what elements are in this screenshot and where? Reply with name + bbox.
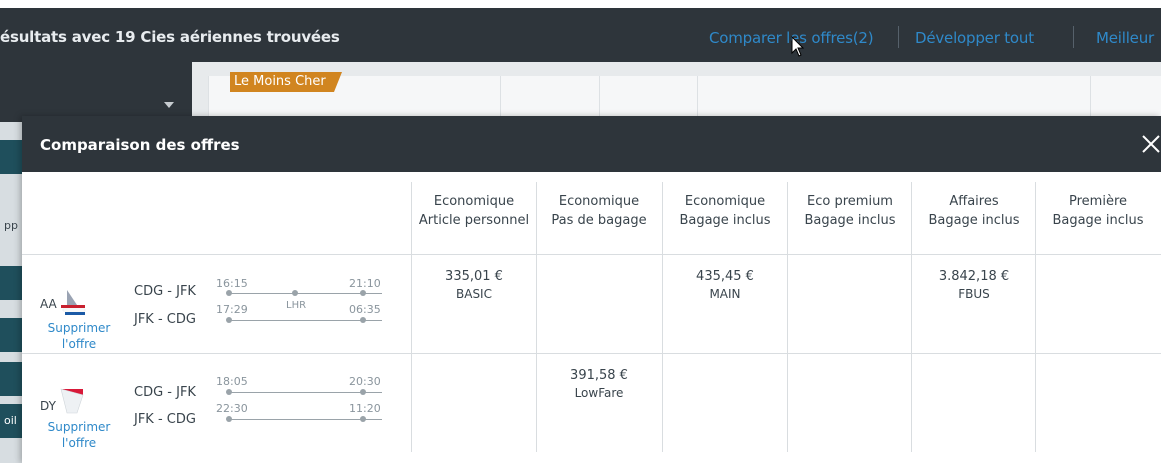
fare-column-baggage: Pas de bagage [551, 213, 647, 228]
airline-code: DY [40, 399, 56, 413]
departure-time: 16:15 [216, 277, 248, 290]
row-divider [22, 353, 1161, 354]
modal-header: Comparaison des offres [22, 116, 1161, 172]
outbound-timeline [228, 392, 382, 393]
remove-offer-label: l'offre [61, 436, 97, 450]
background-sidebar-block [0, 266, 22, 300]
outbound-timeline [228, 293, 382, 294]
american-airlines-logo-icon [61, 290, 86, 315]
fare-column-header: Economique Pas de bagage [537, 192, 661, 230]
close-icon[interactable] [1140, 130, 1161, 158]
results-header-bar: ésultats avec 19 Cies aériennes trouvées… [0, 8, 1161, 62]
fare-column-baggage: Bagage inclus [679, 213, 771, 228]
departure-time: 22:30 [216, 402, 248, 415]
fare-price: 435,45 € [696, 269, 754, 284]
fare-column-baggage: Bagage inclus [804, 213, 896, 228]
fare-column-cabin: Economique [433, 194, 515, 209]
timeline-dot [226, 416, 232, 422]
arrival-time: 06:35 [349, 303, 381, 316]
background-sidebar-fragment: oil [4, 414, 17, 427]
fare-name: BASIC [456, 287, 492, 301]
background-sidebar-block [0, 318, 22, 352]
timeline-dot [360, 317, 366, 323]
arrival-time: 11:20 [349, 402, 381, 415]
fare-price: 391,58 € [570, 368, 628, 383]
background-sidebar-block [0, 362, 22, 396]
background-sidebar-block [0, 140, 22, 174]
modal-title: Comparaison des offres [40, 136, 240, 154]
fare-column-header: Affaires Bagage inclus [912, 192, 1036, 230]
stopover-airport: LHR [286, 300, 307, 311]
timeline-dot [360, 290, 366, 296]
remove-offer-label: Supprimer [47, 420, 111, 434]
fare-cell[interactable]: 435,45 € MAIN [663, 268, 787, 303]
fare-name: MAIN [709, 287, 741, 301]
row-divider [22, 254, 1161, 255]
timeline-dot [226, 317, 232, 323]
divider [1073, 26, 1074, 48]
timeline-dot [226, 290, 232, 296]
inbound-route: JFK - CDG [134, 412, 196, 427]
fare-column-baggage: Article personnel [418, 213, 530, 228]
background-sidebar-fragment: pp [4, 219, 18, 232]
timeline-dot [226, 389, 232, 395]
chevron-down-icon [164, 102, 174, 108]
fare-price: 3.842,18 € [938, 269, 1010, 284]
fare-column-baggage: Bagage inclus [928, 213, 1020, 228]
inbound-timeline [228, 320, 382, 321]
departure-time: 18:05 [216, 375, 248, 388]
fare-cell[interactable]: 3.842,18 € FBUS [912, 268, 1036, 303]
arrival-time: 20:30 [349, 375, 381, 388]
stopover-dot [292, 290, 298, 296]
outbound-route: CDG - JFK [134, 385, 196, 400]
remove-offer-link[interactable]: Supprimer l'offre [44, 419, 114, 451]
departure-time: 17:29 [216, 303, 248, 316]
remove-offer-link[interactable]: Supprimer l'offre [44, 320, 114, 352]
timeline-dot [360, 389, 366, 395]
compare-offers-modal: Comparaison des offres Economique Articl… [22, 116, 1161, 463]
fare-column-header: Première Bagage inclus [1036, 192, 1160, 230]
expand-all-link[interactable]: Développer tout [915, 29, 1034, 47]
outbound-route: CDG - JFK [134, 284, 196, 299]
fare-cell[interactable]: 391,58 € LowFare [537, 367, 661, 402]
fare-column-cabin: Economique [558, 194, 640, 209]
fare-name: FBUS [958, 287, 990, 301]
fare-price: 335,01 € [445, 269, 503, 284]
fare-cell[interactable]: 335,01 € BASIC [412, 268, 536, 303]
mouse-cursor-icon [791, 36, 805, 57]
results-count-text: ésultats avec 19 Cies aériennes trouvées [0, 28, 340, 46]
airline-code: AA [40, 297, 57, 311]
inbound-route: JFK - CDG [134, 312, 196, 327]
timeline-dot [360, 416, 366, 422]
fare-column-cabin: Première [1069, 194, 1127, 209]
fare-column-header: Economique Bagage inclus [663, 192, 787, 230]
fare-name: LowFare [574, 386, 624, 400]
best-sort-link[interactable]: Meilleur [1096, 29, 1154, 47]
fare-column-cabin: Affaires [949, 194, 999, 209]
cheapest-badge: Le Moins Cher [230, 72, 342, 92]
remove-offer-label: l'offre [61, 337, 97, 351]
inbound-timeline [228, 419, 382, 420]
fare-column-header: Economique Article personnel [412, 192, 536, 230]
fare-column-header: Eco premium Bagage inclus [788, 192, 912, 230]
arrival-time: 21:10 [349, 277, 381, 290]
remove-offer-label: Supprimer [47, 321, 111, 335]
fare-column-cabin: Economique [684, 194, 766, 209]
background-filter-select [0, 62, 192, 122]
fare-column-cabin: Eco premium [807, 194, 893, 209]
fare-column-baggage: Bagage inclus [1052, 213, 1144, 228]
divider [898, 26, 899, 48]
norwegian-airline-logo-icon [60, 388, 84, 414]
